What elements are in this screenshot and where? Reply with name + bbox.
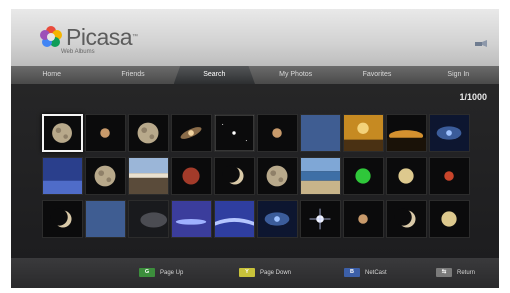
thumbnail-small-planet-photo[interactable] bbox=[257, 114, 298, 152]
picasa-logo-icon bbox=[39, 25, 63, 49]
tab-favorites[interactable]: Favorites bbox=[336, 66, 417, 84]
hint-netcast[interactable]: B NetCast bbox=[344, 268, 387, 277]
thumbnail-landscape-horizon-photo[interactable] bbox=[128, 157, 169, 195]
remote-key-icon: B bbox=[344, 268, 360, 277]
hint-page-up[interactable]: G Page Up bbox=[139, 268, 183, 277]
thumbnail-moon-photo[interactable] bbox=[257, 157, 298, 195]
picasa-screen: Picasa ™ Web Albums Home Friends Search My P… bbox=[11, 9, 499, 288]
remote-key-icon: G bbox=[139, 268, 155, 277]
hint-label: NetCast bbox=[365, 269, 387, 276]
tab-bar: Home Friends Search My Photos Favorites Sign … bbox=[11, 66, 499, 84]
tab-home[interactable]: Home bbox=[11, 66, 92, 84]
network-icon bbox=[475, 40, 487, 47]
thumbnail-blue-sky-photo[interactable] bbox=[300, 114, 341, 152]
thumbnail-star-field-photo[interactable] bbox=[214, 114, 255, 152]
hint-return[interactable]: ⇆ Return bbox=[436, 268, 475, 277]
hint-label: Page Down bbox=[260, 269, 292, 276]
thumbnail-blue-sky-photo[interactable] bbox=[85, 200, 126, 238]
footer-hints: G Page Up Y Page Down B NetCast ⇆ Return bbox=[11, 258, 499, 288]
tab-sign-in[interactable]: Sign In bbox=[418, 66, 499, 84]
hint-label: Return bbox=[457, 269, 476, 276]
tab-search[interactable]: Search bbox=[173, 66, 255, 84]
thumbnail-blue-water-photo[interactable] bbox=[42, 157, 83, 195]
thumbnail-purple-sky-photo[interactable] bbox=[171, 200, 212, 238]
thumbnail-galaxy-photo[interactable] bbox=[171, 114, 212, 152]
hint-page-down[interactable]: Y Page Down bbox=[239, 268, 291, 277]
thumbnail-blue-nebula-photo[interactable] bbox=[257, 200, 298, 238]
thumbnail-crescent-moon-photo[interactable] bbox=[386, 200, 427, 238]
thumbnail-crescent-moon-photo[interactable] bbox=[42, 200, 83, 238]
remote-key-icon: Y bbox=[239, 268, 255, 277]
thumbnail-golden-sunset-photo[interactable] bbox=[343, 114, 384, 152]
picasa-logo: Picasa ™ bbox=[39, 25, 138, 49]
header: Picasa ™ Web Albums bbox=[11, 9, 499, 66]
thumbnail-bright-star-photo[interactable] bbox=[300, 200, 341, 238]
thumbnail-grey-cloud-photo[interactable] bbox=[128, 200, 169, 238]
thumbnail-beach-photo[interactable] bbox=[300, 157, 341, 195]
remote-key-icon: ⇆ bbox=[436, 268, 452, 277]
thumbnail-full-moon-photo[interactable] bbox=[429, 200, 470, 238]
app-subtitle: Web Albums bbox=[61, 49, 95, 55]
thumbnail-moon-photo[interactable] bbox=[128, 114, 169, 152]
thumbnail-green-planet-photo[interactable] bbox=[343, 157, 384, 195]
thumbnail-horizon-glow-photo[interactable] bbox=[386, 114, 427, 152]
thumbnail-red-moon-photo[interactable] bbox=[171, 157, 212, 195]
thumbnail-blue-nebula-photo[interactable] bbox=[429, 114, 470, 152]
thumbnail-moon-photo[interactable] bbox=[85, 157, 126, 195]
thumbnail-small-planet-photo[interactable] bbox=[85, 114, 126, 152]
hint-label: Page Up bbox=[160, 269, 184, 276]
thumbnail-red-planet-photo[interactable] bbox=[429, 157, 470, 195]
tab-my-photos[interactable]: My Photos bbox=[255, 66, 336, 84]
thumbnail-crescent-moon-photo[interactable] bbox=[214, 157, 255, 195]
search-results: 1/1000 bbox=[11, 84, 499, 258]
tab-friends[interactable]: Friends bbox=[92, 66, 173, 84]
app-title: Picasa bbox=[66, 24, 133, 50]
page-indicator: 1/1000 bbox=[459, 92, 487, 102]
thumbnail-grid bbox=[42, 114, 478, 238]
thumbnail-moon-photo[interactable] bbox=[42, 114, 83, 152]
thumbnail-full-moon-photo[interactable] bbox=[386, 157, 427, 195]
thumbnail-small-planet-photo[interactable] bbox=[343, 200, 384, 238]
thumbnail-aurora-photo[interactable] bbox=[214, 200, 255, 238]
